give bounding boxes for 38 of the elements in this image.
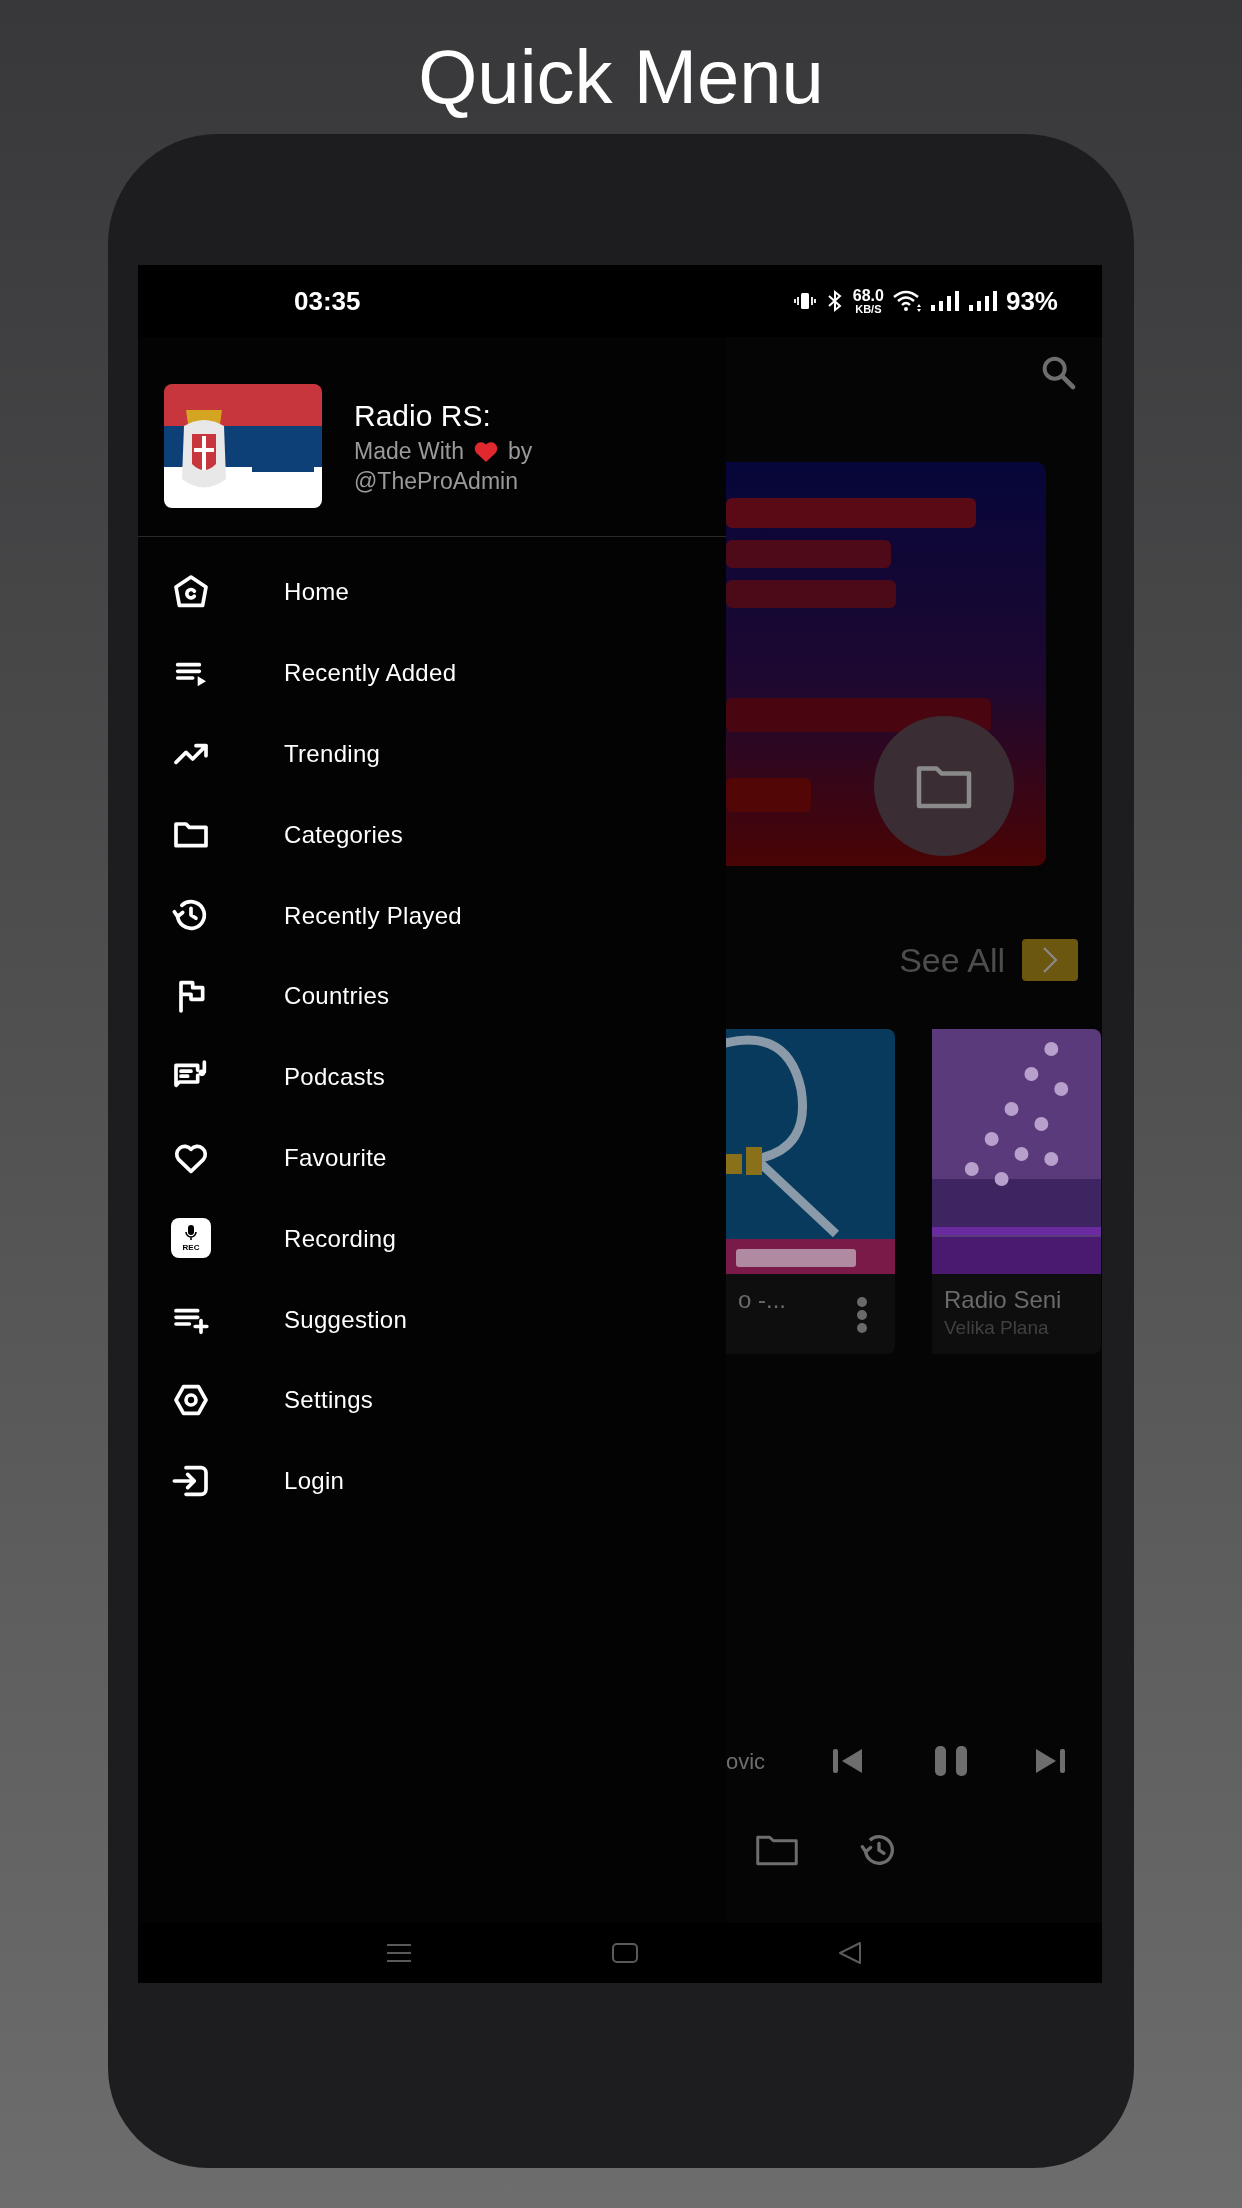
drawer-menu-item[interactable]: Login <box>138 1440 726 1522</box>
credit-text: by <box>507 437 533 466</box>
drawer-menu-item[interactable]: Home <box>138 552 726 633</box>
drawer-menu-item[interactable]: Podcasts <box>138 1036 726 1118</box>
rec-label: REC <box>182 1244 200 1253</box>
station-title: o -... <box>738 1285 786 1315</box>
drawer-menu-item[interactable]: Suggestion <box>138 1279 726 1360</box>
credit-text: Made With <box>354 437 464 466</box>
signal-icon <box>967 290 998 312</box>
now-playing-title: ovic <box>726 1747 767 1776</box>
more-vertical-icon[interactable] <box>855 1296 869 1334</box>
author-handle: @TheProAdmin <box>354 467 519 496</box>
signal-icon <box>929 290 960 312</box>
drawer-menu-item[interactable]: REC Recording <box>138 1198 726 1280</box>
app-name: Radio RS: <box>354 398 492 434</box>
drawer-menu-item[interactable]: Settings <box>138 1359 726 1441</box>
skip-previous-icon[interactable] <box>832 1747 864 1775</box>
status-time: 03:35 <box>294 284 361 318</box>
back-icon[interactable] <box>836 1940 864 1966</box>
home-button-icon[interactable] <box>611 1941 639 1965</box>
station-title: Radio Seni <box>944 1285 1062 1315</box>
battery-level: 93% <box>1005 284 1058 318</box>
microphone-icon <box>183 1224 199 1243</box>
wifi-icon <box>891 289 922 313</box>
station-card[interactable]: o -... <box>726 1029 895 1354</box>
drawer-menu-item[interactable]: Categories <box>138 794 726 876</box>
speed-unit: KB/S <box>855 303 882 315</box>
skip-next-icon[interactable] <box>1034 1747 1066 1775</box>
recent-apps-icon[interactable] <box>384 1941 414 1965</box>
folder-icon[interactable] <box>755 1833 799 1867</box>
drawer-menu-item[interactable]: Trending <box>138 713 726 795</box>
network-speed: 68.0 <box>852 287 884 304</box>
page-title: Quick Menu <box>418 33 824 121</box>
drawer-menu-item[interactable]: Recently Played <box>138 875 726 956</box>
drawer-menu-item[interactable]: Favourite <box>138 1117 726 1199</box>
drawer-menu-item[interactable]: Recently Added <box>138 632 726 714</box>
drawer-menu-item[interactable]: Countries <box>138 956 726 1037</box>
pause-icon[interactable] <box>934 1745 968 1777</box>
